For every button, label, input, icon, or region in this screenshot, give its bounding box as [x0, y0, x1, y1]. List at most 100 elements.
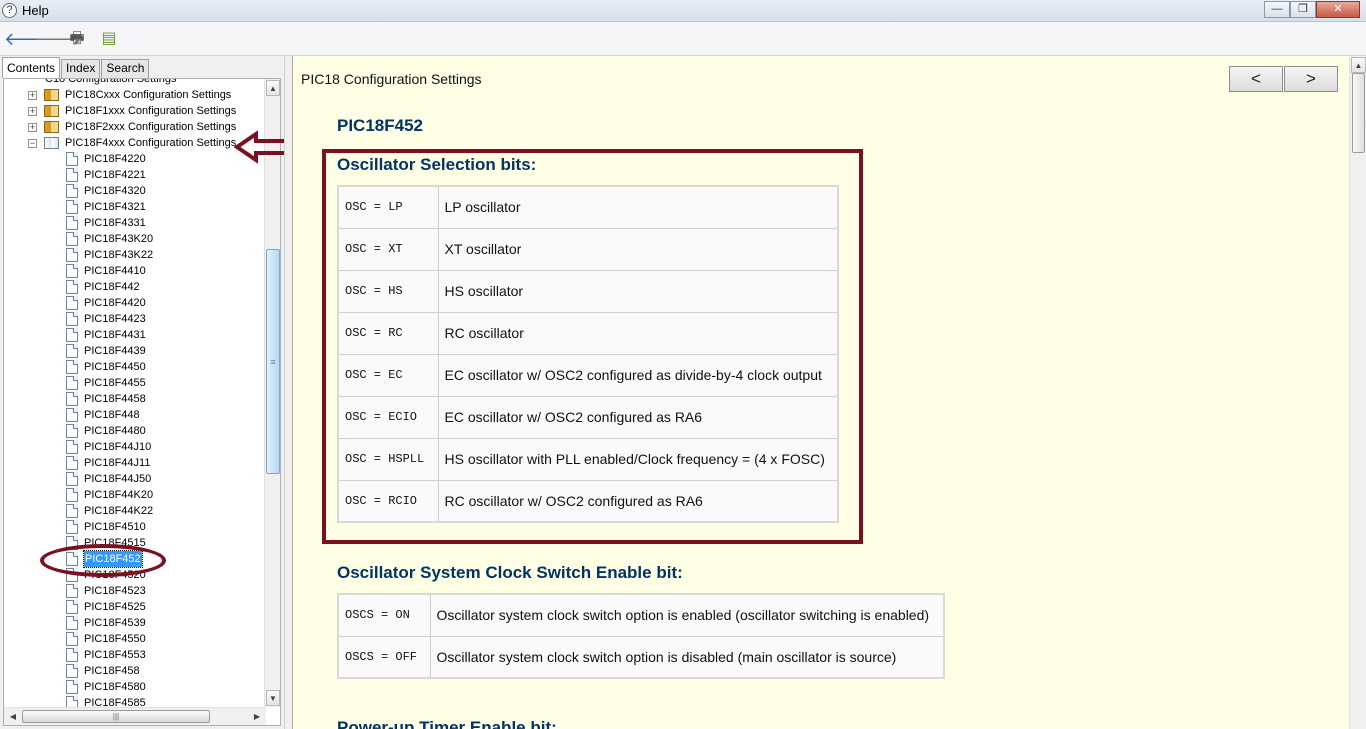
forward-arrow-icon[interactable]: 🡒	[34, 26, 82, 52]
tree-book-item[interactable]: + PIC18F2xxx Configuration Settings	[4, 119, 267, 135]
tree-book-item[interactable]: + PIC18Cxxx Configuration Settings	[4, 87, 267, 103]
back-arrow-icon[interactable]: 🡐	[4, 26, 52, 52]
page-icon	[66, 648, 78, 662]
tree-page-item[interactable]: PIC18F4550	[4, 631, 267, 647]
scroll-up-icon[interactable]: ▲	[266, 80, 280, 96]
tree-page-item[interactable]: PIC18F43K20	[4, 231, 267, 247]
tree-book-item[interactable]: + PIC18F1xxx Configuration Settings	[4, 103, 267, 119]
expand-icon[interactable]: +	[28, 123, 37, 132]
window-controls: — ❐ ✕	[1264, 1, 1360, 18]
collapse-icon[interactable]: −	[28, 139, 37, 148]
page-icon	[66, 280, 78, 294]
tree-page-item[interactable]: PIC18F442	[4, 279, 267, 295]
tree-page-item[interactable]: PIC18F4220	[4, 151, 267, 167]
scroll-down-icon[interactable]: ▼	[266, 690, 280, 706]
print-icon[interactable]: 🖶	[64, 26, 90, 52]
tree-page-label: PIC18F44J50	[84, 473, 152, 485]
options-icon[interactable]: ▤	[96, 26, 122, 52]
tree-page-item[interactable]: PIC18F4480	[4, 423, 267, 439]
tree-page-item[interactable]: PIC18F44J10	[4, 439, 267, 455]
next-topic-button[interactable]: >	[1284, 66, 1338, 92]
page-icon	[66, 440, 78, 454]
content-pane: PIC18 Configuration Settings < > PIC18F4…	[292, 56, 1366, 729]
tree-page-item[interactable]: PIC18F4580	[4, 679, 267, 695]
tree-page-item[interactable]: PIC18F4423	[4, 311, 267, 327]
pane-splitter[interactable]	[284, 56, 292, 729]
scroll-up-icon[interactable]: ▲	[1351, 57, 1366, 73]
tree-book-partial[interactable]: C18 Configuration Settings	[4, 78, 267, 87]
setting-code: OSC = RCIO	[337, 479, 439, 523]
tree-page-label: PIC18F4523	[84, 585, 146, 597]
tab-search[interactable]: Search	[101, 59, 150, 78]
tree-page-item[interactable]: PIC18F4439	[4, 343, 267, 359]
nav-tabs: Contents Index Search	[2, 57, 150, 79]
scroll-right-icon[interactable]: ▶	[249, 709, 265, 724]
tree-book-label: C18 Configuration Settings	[45, 78, 177, 85]
tree-page-label: PIC18F4510	[84, 521, 146, 533]
tree-page-item[interactable]: PIC18F458	[4, 663, 267, 679]
tree-vertical-scrollbar[interactable]: ▲ ≡ ▼	[264, 79, 280, 707]
tree-page-item[interactable]: PIC18F4523	[4, 583, 267, 599]
page-icon	[66, 488, 78, 502]
tree-book-label: PIC18F4xxx Configuration Settings	[65, 137, 237, 149]
expand-icon[interactable]: +	[28, 107, 37, 116]
tree-page-label: PIC18F4220	[84, 153, 146, 165]
tree-page-item[interactable]: PIC18F44J50	[4, 471, 267, 487]
page-icon	[66, 392, 78, 406]
tree-book-item[interactable]: − PIC18F4xxx Configuration Settings	[4, 135, 267, 151]
tree-page-item[interactable]: PIC18F44K20	[4, 487, 267, 503]
tree-page-item[interactable]: PIC18F4458	[4, 391, 267, 407]
tree-page-item[interactable]: PIC18F44J11	[4, 455, 267, 471]
horizontal-scroll-thumb[interactable]: |||	[22, 710, 210, 723]
page-icon	[66, 264, 78, 278]
content-vertical-scrollbar[interactable]: ▲	[1349, 56, 1366, 729]
setting-description: EC oscillator w/ OSC2 configured as divi…	[437, 353, 839, 397]
tree-page-item[interactable]: PIC18F4455	[4, 375, 267, 391]
tree-page-item[interactable]: PIC18F4539	[4, 615, 267, 631]
page-icon	[66, 312, 78, 326]
scroll-left-icon[interactable]: ◀	[5, 709, 21, 724]
tree-page-item[interactable]: PIC18F4410	[4, 263, 267, 279]
tree-page-item[interactable]: PIC18F4450	[4, 359, 267, 375]
closed-book-icon	[44, 121, 59, 133]
tree-page-item[interactable]: PIC18F4321	[4, 199, 267, 215]
scroll-thumb[interactable]: ≡	[266, 249, 280, 474]
tree-page-item[interactable]: PIC18F448	[4, 407, 267, 423]
tree-list: C18 Configuration Settings + PIC18Cxxx Co…	[4, 78, 267, 711]
setting-description: HS oscillator with PLL enabled/Clock fre…	[437, 437, 839, 481]
tree-page-item[interactable]: PIC18F4431	[4, 327, 267, 343]
tree-page-item[interactable]: PIC18F44K22	[4, 503, 267, 519]
page-icon	[66, 520, 78, 534]
toolbar: 🡐 🡒 🖶 ▤	[0, 22, 1366, 56]
tab-index[interactable]: Index	[61, 59, 101, 78]
tree-page-label: PIC18F4539	[84, 617, 146, 629]
tree-page-label: PIC18F43K20	[84, 233, 154, 245]
tree-page-item[interactable]: PIC18F4510	[4, 519, 267, 535]
page-icon	[66, 344, 78, 358]
previous-topic-button[interactable]: <	[1229, 66, 1283, 92]
tree-page-item[interactable]: PIC18F4420	[4, 295, 267, 311]
minimize-button[interactable]: —	[1264, 1, 1290, 18]
tree-page-label: PIC18F4458	[84, 393, 146, 405]
tree-page-item[interactable]: PIC18F43K22	[4, 247, 267, 263]
tree-page-item[interactable]: PIC18F4221	[4, 167, 267, 183]
tree-page-item[interactable]: PIC18F4331	[4, 215, 267, 231]
expand-icon[interactable]: +	[28, 91, 37, 100]
page-icon	[66, 408, 78, 422]
scroll-thumb[interactable]	[1352, 73, 1365, 153]
topic-nav-buttons: < >	[1229, 66, 1339, 92]
close-button[interactable]: ✕	[1316, 1, 1360, 18]
table-row: OSCS = ON Oscillator system clock switch …	[337, 593, 945, 637]
tree-page-item[interactable]: PIC18F4525	[4, 599, 267, 615]
tree-book-label: PIC18F2xxx Configuration Settings	[65, 121, 237, 133]
tab-contents[interactable]: Contents	[2, 57, 61, 78]
tree-page-item[interactable]: PIC18F4553	[4, 647, 267, 663]
page-icon	[66, 600, 78, 614]
page-icon	[66, 328, 78, 342]
maximize-button[interactable]: ❐	[1290, 1, 1316, 18]
tree-horizontal-scrollbar[interactable]: ◀ ||| ▶	[4, 707, 266, 725]
closed-book-icon	[44, 89, 59, 101]
tree-page-item[interactable]: PIC18F4320	[4, 183, 267, 199]
table-row: OSC = XT XT oscillator	[337, 227, 839, 271]
tree-page-label: PIC18F4525	[84, 601, 146, 613]
